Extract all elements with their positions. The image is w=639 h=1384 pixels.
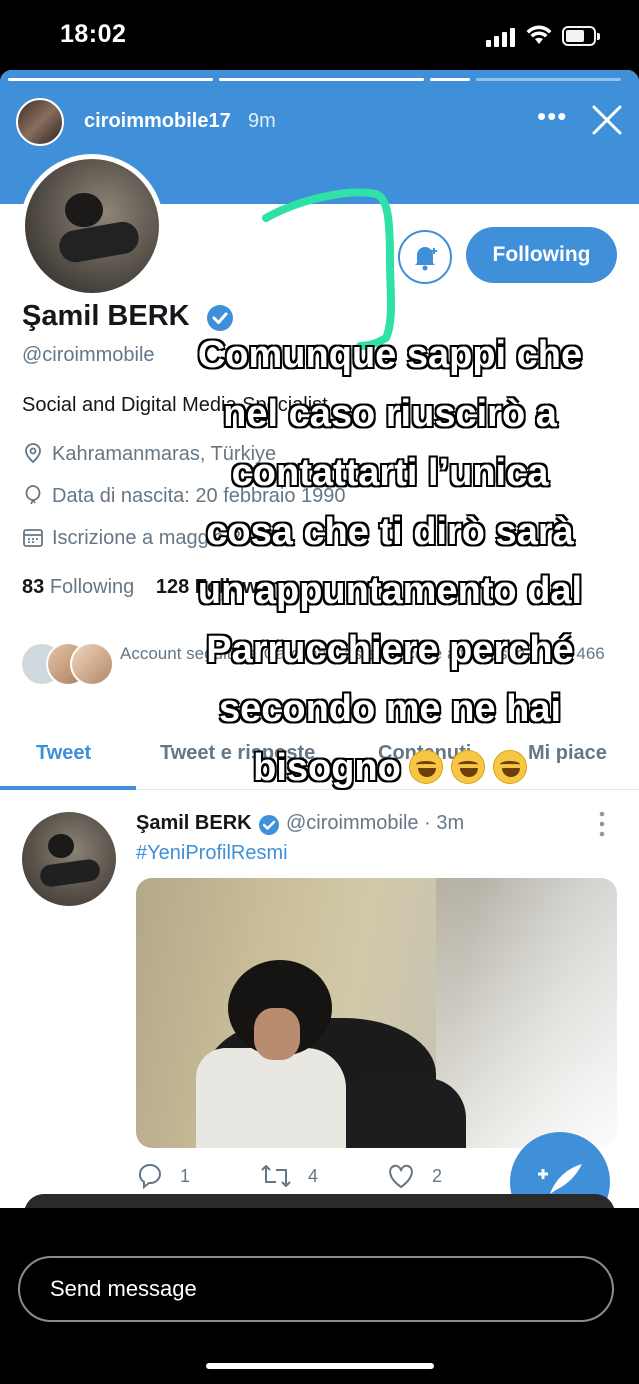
caption-line: Parrucchiere perché — [206, 629, 574, 671]
balloon-icon — [25, 485, 41, 505]
wifi-icon — [526, 25, 552, 44]
tweet-hashtag[interactable]: #YeniProfilResmi — [136, 842, 288, 865]
calendar-icon — [23, 529, 43, 547]
story-progress-segment — [8, 78, 213, 81]
story-username[interactable]: ciroimmobile17 — [84, 110, 231, 133]
caption-line: secondo me ne hai — [218, 688, 562, 730]
close-icon[interactable] — [591, 104, 623, 136]
profile-handle: @ciroimmobile — [22, 344, 155, 366]
story-avatar[interactable] — [16, 98, 64, 146]
like-count: 2 — [432, 1165, 443, 1186]
cellular-signal-icon — [486, 27, 518, 47]
following-count: 83 — [22, 576, 45, 598]
battery-icon — [562, 26, 600, 46]
retweet-button[interactable]: 4 — [260, 1162, 318, 1190]
tweet-actions: 1 4 2 — [136, 1162, 496, 1192]
following-button[interactable]: Following — [466, 227, 617, 283]
caption-line: un appuntamento dal — [197, 570, 583, 612]
tweet-avatar[interactable] — [22, 812, 116, 906]
send-message-input[interactable]: Send message — [18, 1256, 614, 1322]
reply-button[interactable]: 1 — [136, 1162, 190, 1190]
home-indicator[interactable] — [206, 1363, 434, 1369]
following-label: Following — [49, 576, 135, 598]
story-progress-segment — [430, 78, 470, 81]
tweet-handle-time: @ciroimmobile · 3m — [286, 812, 465, 834]
like-button[interactable]: 2 — [386, 1162, 442, 1190]
reply-icon — [139, 1164, 161, 1190]
story-card[interactable]: ciroimmobile17 9m ••• Following Şamil BE… — [0, 70, 639, 1208]
laughing-emoji-icon — [492, 750, 527, 784]
story-progress — [8, 78, 631, 82]
story-header: ciroimmobile17 9m ••• — [16, 94, 623, 148]
caption-line: contattarti l’unica — [231, 452, 549, 494]
tweet-photo[interactable] — [136, 878, 617, 1148]
tab-tweet[interactable]: Tweet — [36, 742, 91, 765]
story-progress-segment — [476, 78, 621, 81]
green-doodle-annotation — [262, 188, 395, 350]
tweet-author-name: Şamil BERK — [136, 812, 252, 834]
more-options-icon[interactable]: ••• — [537, 103, 567, 132]
laughing-emoji-icon — [450, 750, 485, 784]
caption-line: bisogno — [253, 747, 401, 789]
avatar — [70, 642, 114, 686]
caption-line: cosa che ti dirò sarà — [206, 511, 574, 553]
retweet-icon — [261, 1165, 291, 1187]
bottom-sheet-handle — [24, 1194, 615, 1208]
status-time: 18:02 — [60, 20, 127, 48]
active-tab-indicator — [0, 786, 136, 790]
tweet-more-icon[interactable] — [596, 810, 608, 838]
reply-count: 1 — [180, 1165, 191, 1186]
caption-last-line: bisogno — [140, 739, 639, 798]
send-message-placeholder: Send message — [50, 1276, 197, 1301]
location-pin-icon — [25, 443, 41, 464]
caption-line: nel caso riuscirò a — [223, 393, 557, 435]
caption-line: Comunque sappi che — [197, 334, 583, 376]
laughing-emoji-icon — [408, 750, 443, 784]
story-caption: Comunque sappi che nel caso riuscirò a c… — [140, 326, 639, 798]
story-progress-segment — [219, 78, 424, 81]
retweet-count: 4 — [308, 1165, 319, 1186]
profile-avatar — [20, 154, 164, 298]
verified-badge-icon — [259, 815, 279, 835]
status-bar: 18:02 — [0, 0, 639, 70]
heart-icon — [389, 1164, 413, 1189]
story-timestamp: 9m — [248, 110, 276, 132]
followed-by-avatars — [20, 642, 120, 688]
